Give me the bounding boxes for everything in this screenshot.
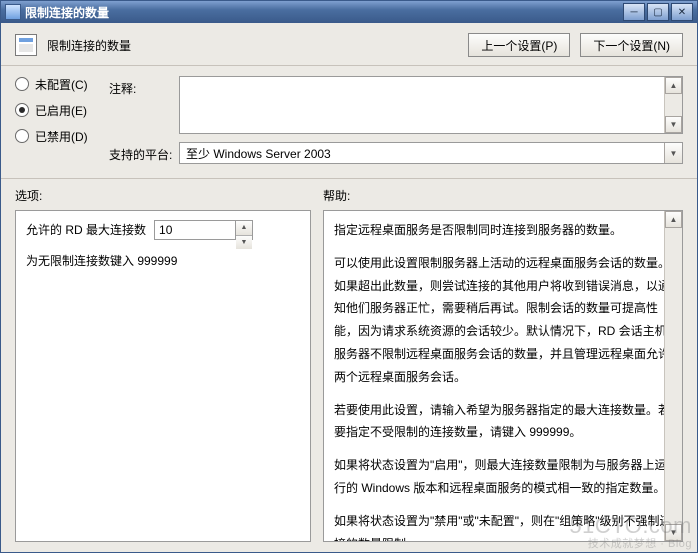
window-title: 限制连接的数量 <box>25 4 623 21</box>
platform-value: 至少 Windows Server 2003 <box>186 145 331 162</box>
state-radio-group: 未配置(C) 已启用(E) 已禁用(D) <box>15 76 95 172</box>
scrollbar[interactable]: ▲ ▼ <box>664 77 682 133</box>
minimize-button[interactable]: ─ <box>623 3 645 21</box>
maximize-button[interactable]: ▢ <box>647 3 669 21</box>
close-button[interactable]: ✕ <box>671 3 693 21</box>
radio-disabled[interactable]: 已禁用(D) <box>15 128 95 144</box>
config-section: 未配置(C) 已启用(E) 已禁用(D) 注释: ▲ <box>1 66 697 179</box>
gpo-setting-window: 限制连接的数量 ─ ▢ ✕ 限制连接的数量 上一个设置(P) 下一个设置(N) … <box>0 0 698 553</box>
spinner-up-icon[interactable]: ▲ <box>236 221 252 235</box>
spinner-down-icon[interactable]: ▼ <box>236 236 252 249</box>
scroll-up-icon[interactable]: ▲ <box>665 211 682 228</box>
policy-icon <box>15 34 37 56</box>
radio-icon <box>15 77 29 91</box>
help-panel: 指定远程桌面服务是否限制同时连接到服务器的数量。 可以使用此设置限制服务器上活动… <box>323 210 683 542</box>
help-paragraph: 可以使用此设置限制服务器上活动的远程桌面服务会话的数量。如果超出此数量，则尝试连… <box>334 252 672 389</box>
scroll-track[interactable] <box>665 94 682 116</box>
scroll-track[interactable] <box>665 228 682 524</box>
options-panel: 允许的 RD 最大连接数 ▲ ▼ 为无限制连接数键入 999999 <box>15 210 311 542</box>
radio-icon <box>15 129 29 143</box>
scroll-up-icon[interactable]: ▲ <box>665 77 682 94</box>
max-connections-spinner[interactable]: ▲ ▼ <box>154 220 253 240</box>
scroll-down-icon[interactable]: ▼ <box>665 524 682 541</box>
platform-dropdown[interactable]: 至少 Windows Server 2003 ▼ <box>179 142 683 164</box>
chevron-down-icon[interactable]: ▼ <box>664 143 682 163</box>
help-column: 帮助: 指定远程桌面服务是否限制同时连接到服务器的数量。 可以使用此设置限制服务… <box>323 187 683 542</box>
radio-icon <box>15 103 29 117</box>
max-connections-label: 允许的 RD 最大连接数 <box>26 219 146 242</box>
comment-label: 注释: <box>109 76 179 97</box>
header-row: 限制连接的数量 上一个设置(P) 下一个设置(N) <box>1 23 697 66</box>
scroll-down-icon[interactable]: ▼ <box>665 116 682 133</box>
prev-setting-button[interactable]: 上一个设置(P) <box>468 33 570 57</box>
platform-label: 支持的平台: <box>109 142 179 163</box>
window-icon <box>5 4 21 20</box>
scrollbar[interactable]: ▲ ▼ <box>664 211 682 541</box>
help-paragraph: 若要使用此设置，请输入希望为服务器指定的最大连接数量。若要指定不受限制的连接数量… <box>334 399 672 445</box>
max-connections-input[interactable] <box>155 221 235 239</box>
policy-title: 限制连接的数量 <box>47 37 458 54</box>
help-paragraph: 如果将状态设置为"启用"，则最大连接数量限制为与服务器上运行的 Windows … <box>334 454 672 500</box>
radio-not-configured[interactable]: 未配置(C) <box>15 76 95 92</box>
options-column: 选项: 允许的 RD 最大连接数 ▲ ▼ 为无限制连接数键入 999999 <box>15 187 311 542</box>
radio-label: 未配置(C) <box>35 76 88 93</box>
help-label: 帮助: <box>323 187 683 204</box>
help-paragraph: 如果将状态设置为"禁用"或"未配置"，则在"组策略"级别不强制连接的数量限制。 <box>334 510 672 542</box>
titlebar: 限制连接的数量 ─ ▢ ✕ <box>1 1 697 23</box>
options-label: 选项: <box>15 187 311 204</box>
options-hint: 为无限制连接数键入 999999 <box>26 250 300 273</box>
next-setting-button[interactable]: 下一个设置(N) <box>580 33 683 57</box>
radio-enabled[interactable]: 已启用(E) <box>15 102 95 118</box>
help-paragraph: 指定远程桌面服务是否限制同时连接到服务器的数量。 <box>334 219 672 242</box>
radio-label: 已禁用(D) <box>35 128 88 145</box>
radio-label: 已启用(E) <box>35 102 87 119</box>
comment-textarea[interactable]: ▲ ▼ <box>179 76 683 134</box>
